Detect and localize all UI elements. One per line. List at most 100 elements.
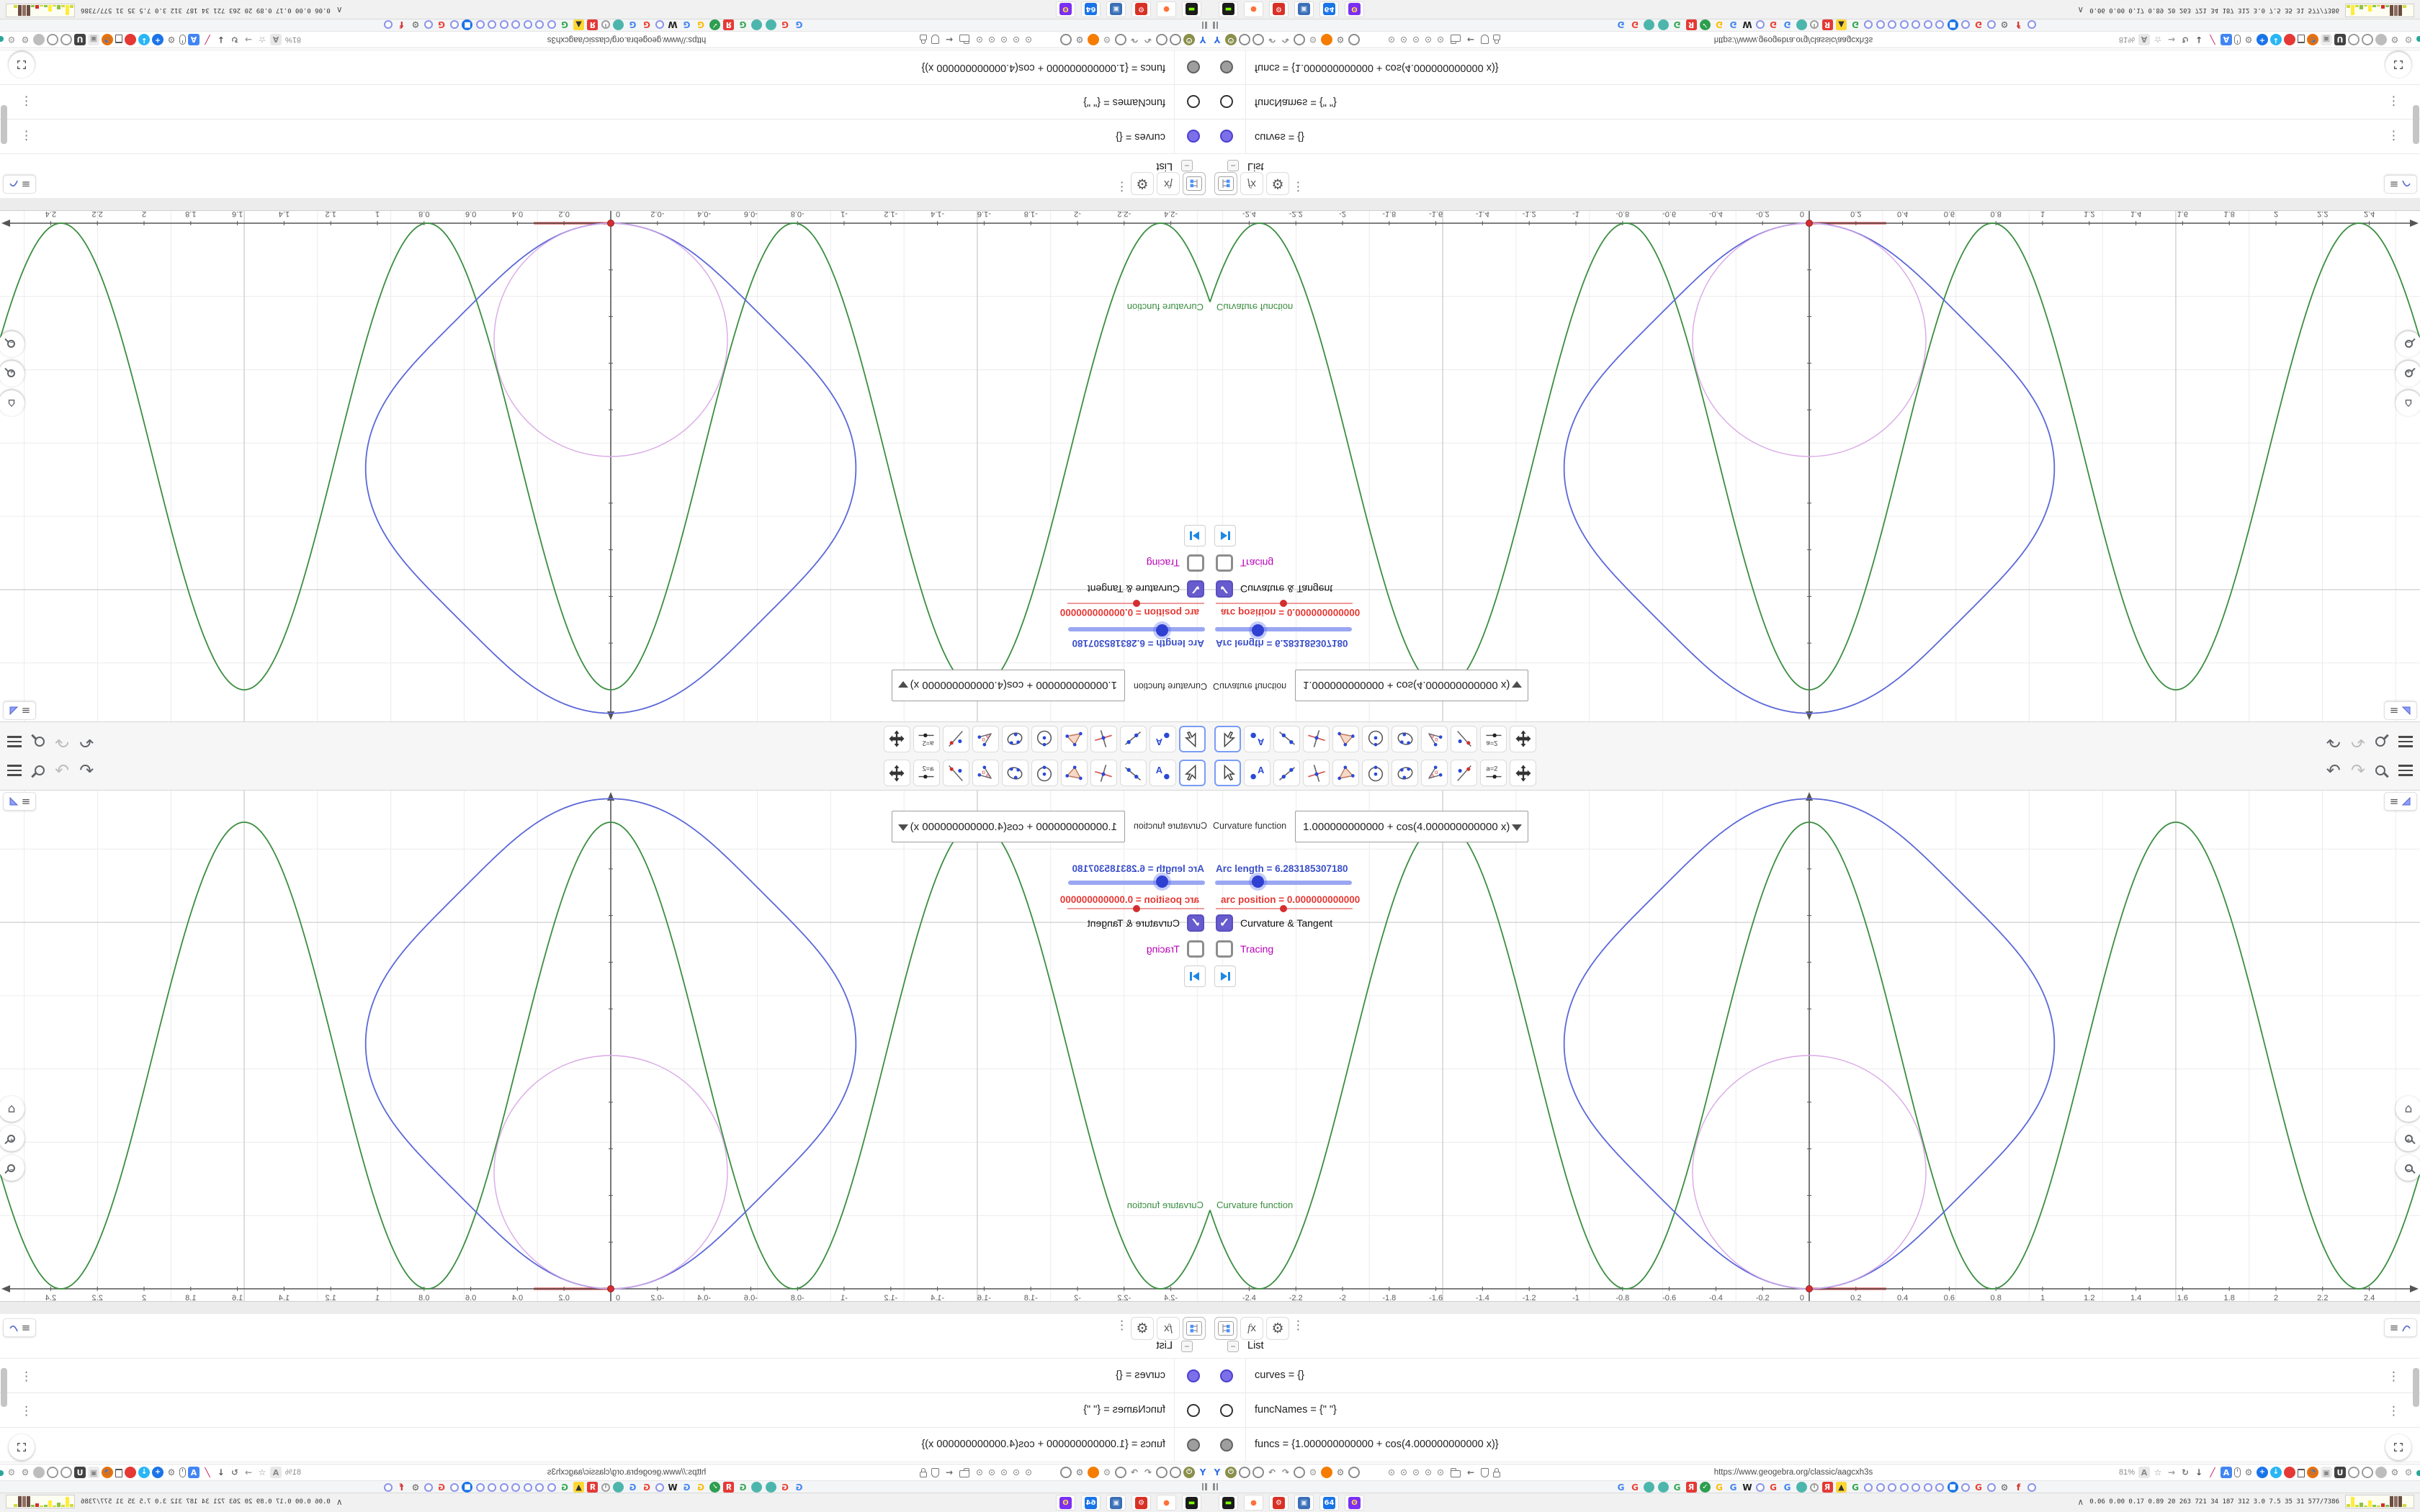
tool-point[interactable]: A [1244,760,1270,786]
zoom-in-button[interactable]: + [2396,361,2420,387]
algebra-row-curves[interactable]: curves = {} ⋮ [0,1359,1210,1393]
object-visibility-dot[interactable] [1187,1369,1200,1382]
tab-sphere[interactable] [1644,19,1654,30]
app-terminal[interactable]: ▬ [1182,1,1201,17]
more-options-icon[interactable]: ⋮ [1116,1318,1128,1333]
tab-flower[interactable] [511,20,521,30]
tool-circle-with-center[interactable] [1362,726,1389,752]
adblock-icon[interactable] [2284,1467,2295,1478]
plus-icon[interactable]: + [152,34,163,45]
zoom-level-badge[interactable]: 81% [285,1468,301,1477]
marker-icon[interactable]: ╱ [202,34,213,45]
tool-move-graphics-view[interactable] [884,760,910,786]
tab-flower[interactable] [1864,1482,1873,1492]
tab-flower[interactable] [1987,20,1996,30]
tool-move[interactable] [1179,760,1206,786]
settings-gear-button[interactable]: ⚙ [1266,172,1289,195]
marker-icon[interactable]: ╱ [2207,34,2218,45]
graphics-view[interactable]: -2.4 -2.2 -2 -1.8 -1.6 -1.4 -1.2 -1 -0.8 -0.6 -0.4… [0,211,1210,721]
algebra-stylebar-button[interactable]: ≡ [2384,175,2417,194]
thumb-icon[interactable] [33,34,45,45]
arc-length-slider[interactable] [1215,881,1352,885]
tab-gear[interactable]: ⚙ [411,1482,421,1493]
archive-icon[interactable]: ▣ [2321,34,2332,45]
graphics-view[interactable]: -2.4 -2.2 -2 -1.8 -1.6 -1.4 -1.2 -1 -0.8 -0.6 -0.4… [0,791,1210,1301]
world-icon[interactable]: ◔ [102,1467,113,1478]
tab-flower[interactable] [524,20,532,30]
tool-polygon[interactable] [1061,760,1088,786]
tab-flower[interactable] [1923,20,1932,30]
arc-length-slider-handle[interactable] [1156,876,1168,888]
row-more-icon[interactable]: ⋮ [20,94,32,108]
tab-sphere[interactable] [1657,1482,1669,1493]
adblock-icon[interactable] [125,1467,136,1478]
tab-flower[interactable] [476,1482,485,1492]
curvature-tangent-checkbox[interactable]: ✓ [1216,580,1233,598]
app-owl[interactable]: ʘ [1056,1495,1075,1511]
zoom-out-button[interactable]: − [2396,1155,2420,1181]
app-settings-red[interactable]: ⚙ [1131,1495,1151,1511]
tab-google[interactable]: G [1973,1482,1984,1493]
tab-google[interactable]: G [1973,19,1984,30]
tool-perpendicular-line[interactable] [1303,726,1330,752]
tool-move[interactable] [1179,726,1206,752]
redo-icon[interactable]: ↷ [55,732,69,752]
row-more-icon[interactable]: ⋮ [20,128,32,143]
object-visibility-dot[interactable] [1220,1404,1233,1417]
trash-icon[interactable] [115,35,122,43]
tab-google[interactable]: G [436,19,447,30]
plot-canvas[interactable]: -2.4 -2.2 -2 -1.8 -1.6 -1.4 -1.2 -1 -0.8 -0.6 -0.4… [1210,791,2420,1301]
zoom-search-icon[interactable] [35,737,45,747]
arc-length-slider-handle[interactable] [1252,624,1264,636]
world-icon[interactable]: ◔ [2307,34,2318,45]
reload-icon[interactable]: ↻ [229,34,241,45]
tab-flower[interactable] [1756,20,1765,30]
mouse-icon[interactable] [179,35,186,45]
tab-green-badge[interactable]: ✓ [1700,1482,1711,1493]
list-group-row[interactable]: − List [1210,1338,2420,1359]
star-icon[interactable]: ☆ [256,34,268,45]
curvature-function-dropdown[interactable]: 1.000000000000 + cos(4.000000000000 x) [892,670,1125,701]
gear-icon[interactable]: ⚙ [166,1467,177,1478]
arc-length-slider[interactable] [1215,627,1352,631]
zoom-out-button[interactable]: − [2396,331,2420,357]
tab-google[interactable]: G [627,19,638,30]
tab-font[interactable]: f [396,19,407,30]
tool-line[interactable] [1273,726,1300,752]
algebra-stylebar-button[interactable]: ≡ [3,1318,36,1337]
algebra-row-curves[interactable]: curves = {} ⋮ [1210,1359,2420,1393]
tool-move[interactable] [1214,726,1241,752]
tree-view-button[interactable] [1214,172,1237,195]
tool-polygon[interactable] [1061,726,1088,752]
zoom-search-icon[interactable] [2375,765,2385,775]
object-visibility-dot[interactable] [1220,1369,1233,1382]
tab-flower[interactable] [1935,1482,1944,1492]
system-monitor-graph[interactable] [6,1495,75,1508]
tab-flower[interactable] [511,1482,521,1492]
home-button[interactable]: ⌂ [2396,1096,2420,1122]
download-icon[interactable]: ↓ [215,34,227,45]
app-monitor[interactable]: ▣ [1106,1495,1126,1511]
play-pause-button[interactable] [1214,525,1236,546]
trash-icon[interactable] [115,1469,122,1477]
thumb-icon[interactable] [2375,1467,2387,1478]
shield-o-icon[interactable] [60,1467,72,1478]
app-terminal[interactable]: ▬ [1219,1,1238,17]
tab-font[interactable]: f [2013,19,2024,30]
tab-google[interactable]: G [738,19,748,30]
gear-outline-icon[interactable]: ⚙ [2403,1467,2414,1478]
settings-gear-button[interactable]: ⚙ [1266,1317,1289,1340]
function-view-button[interactable]: fx [1240,172,1263,195]
tool-conic-through-points[interactable] [1392,726,1418,752]
tab-sphere[interactable] [751,19,763,30]
app-terminal[interactable]: ▬ [1219,1495,1238,1511]
translate-blue-icon[interactable]: A [2220,1467,2232,1478]
tree-view-button[interactable] [1183,172,1206,195]
tab-yandex[interactable]: Я [723,19,735,30]
tab-flower[interactable] [1961,20,1970,30]
app-owl[interactable]: ʘ [1056,1,1075,17]
page-scrollbar[interactable] [2413,105,2419,144]
ublock-icon[interactable]: U [2334,1467,2346,1478]
plot-canvas[interactable]: -2.4 -2.2 -2 -1.8 -1.6 -1.4 -1.2 -1 -0.8 -0.6 -0.4… [0,791,1210,1301]
algebra-row-curves[interactable]: curves = {} ⋮ [0,119,1210,153]
